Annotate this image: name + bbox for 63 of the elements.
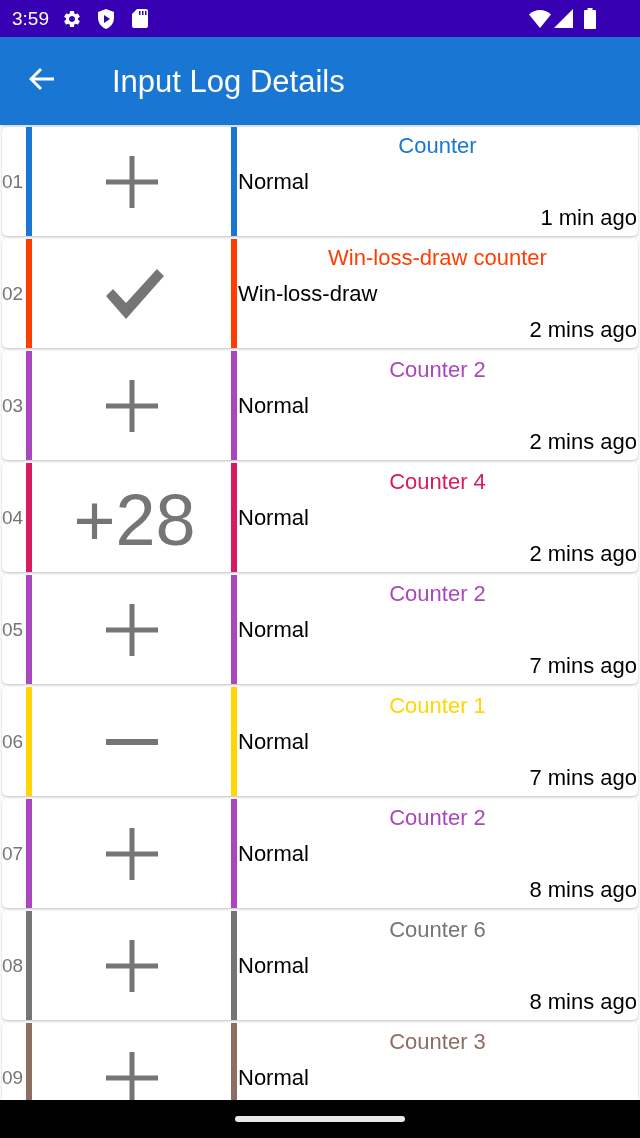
counter-name: Counter <box>398 135 477 157</box>
counter-name: Counter 2 <box>389 807 486 829</box>
time-ago: 2 mins ago <box>529 431 637 453</box>
entry-number: 08 <box>2 956 24 975</box>
back-arrow-icon <box>28 67 55 91</box>
time-ago: 8 mins ago <box>529 991 637 1013</box>
input-type: Normal <box>238 619 309 641</box>
log-entry-card[interactable]: 04 +28 Counter 4 Normal 2 mins ago <box>2 463 638 572</box>
entry-number: 06 <box>2 732 24 751</box>
input-type: Normal <box>238 731 309 753</box>
entry-number: 01 <box>2 172 24 191</box>
check-icon <box>105 268 164 319</box>
input-type: Win-loss-draw <box>238 283 378 305</box>
entry-number: 09 <box>2 1068 24 1087</box>
input-type: Normal <box>238 171 309 193</box>
time-ago: 2 mins ago <box>529 543 637 565</box>
plus-icon <box>105 155 158 208</box>
wifi-icon <box>529 9 551 28</box>
gear-icon <box>62 8 82 29</box>
counter-name: Counter 6 <box>389 919 486 941</box>
counter-name: Counter 4 <box>389 471 486 493</box>
time-ago: 7 mins ago <box>529 655 637 677</box>
input-type: Normal <box>238 395 309 417</box>
plus-icon <box>105 827 158 880</box>
home-handle[interactable] <box>235 1116 405 1122</box>
entry-number: 07 <box>2 844 24 863</box>
entry-number: 02 <box>2 284 24 303</box>
log-entry-card[interactable]: 03 Counter 2 Normal 2 mins ago <box>2 351 638 460</box>
counter-name: Counter 2 <box>389 359 486 381</box>
plus-icon <box>105 379 158 432</box>
shield-play-icon <box>97 8 115 29</box>
log-entry-card[interactable]: 06 Counter 1 Normal 7 mins ago <box>2 687 638 796</box>
log-entry-card[interactable]: 09 Counter 3 Normal <box>2 1023 638 1100</box>
change-value: +28 <box>73 483 196 556</box>
log-entry-card[interactable]: 08 Counter 6 Normal 8 mins ago <box>2 911 638 1020</box>
input-type: Normal <box>238 507 309 529</box>
time-ago: 8 mins ago <box>529 879 637 901</box>
counter-name: Counter 3 <box>389 1031 486 1053</box>
time-ago: 1 min ago <box>540 207 637 229</box>
screen-title: Input Log Details <box>112 65 345 97</box>
counter-name: Counter 2 <box>389 583 486 605</box>
entry-number: 04 <box>2 508 24 527</box>
sd-card-icon <box>132 9 148 28</box>
input-type: Normal <box>238 843 309 865</box>
entry-number: 05 <box>2 620 24 639</box>
log-entry-card[interactable]: 07 Counter 2 Normal 8 mins ago <box>2 799 638 908</box>
battery-icon <box>584 8 596 29</box>
input-type: Normal <box>238 1067 309 1089</box>
counter-name: Win-loss-draw counter <box>328 247 547 269</box>
clock-time: 3:59 <box>12 9 49 28</box>
plus-icon <box>105 939 158 992</box>
time-ago: 7 mins ago <box>529 767 637 789</box>
log-entry-card[interactable]: 01 Counter Normal 1 min ago <box>2 127 638 236</box>
minus-icon <box>105 738 158 745</box>
log-entry-card[interactable]: 02 Win-loss-draw counter Win-loss-draw 2 mins ago <box>2 239 638 348</box>
log-entry-card[interactable]: 05 Counter 2 Normal 7 mins ago <box>2 575 638 684</box>
counter-name: Counter 1 <box>389 695 486 717</box>
signal-icon <box>554 9 573 28</box>
entry-number: 03 <box>2 396 24 415</box>
plus-icon <box>105 603 158 656</box>
time-ago: 2 mins ago <box>529 319 637 341</box>
input-type: Normal <box>238 955 309 977</box>
plus-icon <box>105 1051 158 1100</box>
